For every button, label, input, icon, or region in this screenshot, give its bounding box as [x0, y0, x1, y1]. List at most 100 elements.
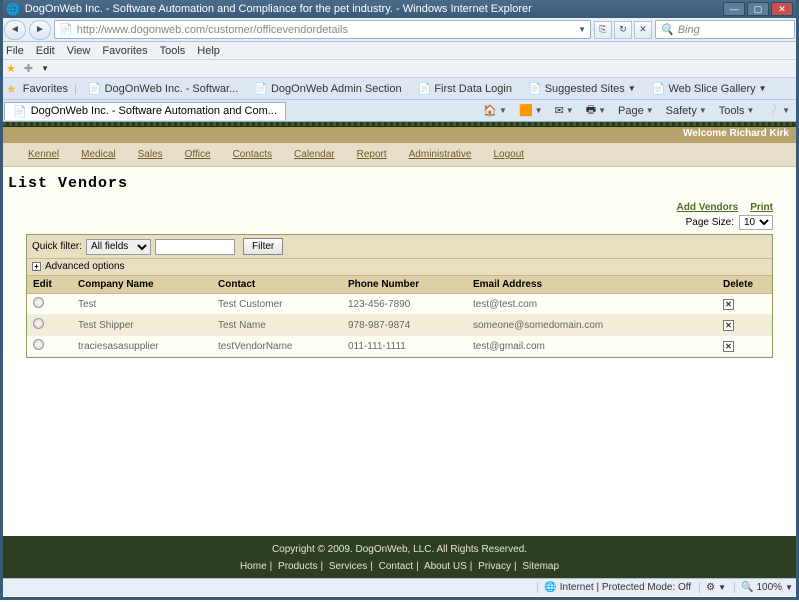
favlink-0[interactable]: 📄DogOnWeb Inc. - Softwar... — [83, 80, 243, 97]
delete-icon[interactable]: ✕ — [723, 299, 734, 310]
edit-icon[interactable] — [33, 339, 44, 350]
menu-favorites[interactable]: Favorites — [102, 45, 147, 57]
zoom-icon[interactable]: 🔍 — [741, 582, 753, 593]
maximize-button[interactable]: ▢ — [747, 2, 769, 16]
star-icon[interactable]: ★ — [6, 62, 16, 75]
cell-phone: 978-987-9874 — [342, 315, 467, 336]
safety-menu[interactable]: Safety▼ — [661, 103, 712, 119]
col-edit[interactable]: Edit — [27, 276, 72, 294]
close-button[interactable]: ✕ — [771, 2, 793, 16]
menu-file[interactable]: File — [6, 45, 24, 57]
minimize-button[interactable]: — — [723, 2, 745, 16]
table-row: Test Test Customer 123-456-7890 test@tes… — [27, 294, 772, 315]
menu-view[interactable]: View — [67, 45, 91, 57]
add-vendors-link[interactable]: Add Vendors — [677, 202, 739, 213]
globe-icon: 🌐 — [544, 582, 556, 593]
copyright: Copyright © 2009. DogOnWeb, LLC. All Rig… — [0, 544, 799, 555]
menu-tools[interactable]: Tools — [160, 45, 186, 57]
print-link[interactable]: Print — [750, 202, 773, 213]
home-button[interactable]: 🏠▼ — [478, 102, 512, 119]
nav-report[interactable]: Report — [357, 149, 387, 160]
refresh-button[interactable]: ↻ — [614, 21, 632, 39]
footer-link-contact[interactable]: Contact — [379, 561, 413, 572]
nav-sales[interactable]: Sales — [138, 149, 163, 160]
col-delete[interactable]: Delete — [717, 276, 772, 294]
search-placeholder: Bing — [678, 24, 700, 36]
menu-bar: File Edit View Favorites Tools Help — [0, 42, 799, 60]
add-fav-icon[interactable]: ✚ — [24, 62, 33, 75]
quickfilter-label: Quick filter: — [32, 241, 82, 252]
page-icon: 📄 — [59, 23, 73, 36]
filter-button[interactable]: Filter — [243, 238, 283, 255]
cell-company: Test Shipper — [72, 315, 212, 336]
col-company[interactable]: Company Name — [72, 276, 212, 294]
feeds-button[interactable]: 🟧▼ — [514, 102, 548, 119]
zone-text: Internet | Protected Mode: Off — [560, 582, 691, 593]
menu-help[interactable]: Help — [197, 45, 220, 57]
delete-icon[interactable]: ✕ — [723, 341, 734, 352]
favlink-2[interactable]: 📄First Data Login — [413, 80, 517, 97]
cell-phone: 123-456-7890 — [342, 294, 467, 315]
favlink-3[interactable]: 📄Suggested Sites▼ — [523, 80, 641, 97]
col-contact[interactable]: Contact — [212, 276, 342, 294]
favlink-4[interactable]: 📄Web Slice Gallery▼ — [647, 80, 772, 97]
footer-link-privacy[interactable]: Privacy — [478, 561, 511, 572]
search-box[interactable]: 🔍 Bing — [655, 20, 795, 39]
edit-icon[interactable] — [33, 297, 44, 308]
nav-kennel[interactable]: Kennel — [28, 149, 59, 160]
favorites-label: Favorites — [23, 83, 68, 95]
filter-field-select[interactable]: All fields — [86, 239, 151, 255]
main-nav: Kennel Medical Sales Office Contacts Cal… — [0, 143, 799, 166]
footer-link-home[interactable]: Home — [240, 561, 267, 572]
nav-medical[interactable]: Medical — [81, 149, 115, 160]
page-menu[interactable]: Page▼ — [613, 103, 659, 119]
search-icon: 🔍 — [660, 23, 674, 36]
browser-tab[interactable]: 📄 DogOnWeb Inc. - Software Automation an… — [4, 102, 286, 120]
vendors-grid: Edit Company Name Contact Phone Number E… — [27, 276, 772, 357]
fav-icon-row: ★ ✚ ▼ — [0, 60, 799, 78]
favorites-star-icon: ★ — [6, 82, 17, 96]
dropdown-icon[interactable]: ▼ — [578, 25, 586, 34]
compat-button[interactable]: ⎘ — [594, 21, 612, 39]
footer-link-products[interactable]: Products — [278, 561, 317, 572]
cell-email: test@test.com — [467, 294, 717, 315]
status-bar: 🌐Internet | Protected Mode: Off ⚙▼ 🔍100%… — [0, 578, 799, 596]
favlink-1[interactable]: 📄DogOnWeb Admin Section — [249, 80, 406, 97]
filter-value-input[interactable] — [155, 239, 235, 255]
pagesize-select[interactable]: 10 — [739, 215, 773, 230]
chevron-down-icon[interactable]: ▼ — [41, 64, 49, 73]
footer-link-services[interactable]: Services — [329, 561, 367, 572]
tab-icon: 📄 — [13, 105, 27, 118]
nav-contacts[interactable]: Contacts — [233, 149, 272, 160]
table-row: Test Shipper Test Name 978-987-9874 some… — [27, 315, 772, 336]
page-footer: Copyright © 2009. DogOnWeb, LLC. All Rig… — [0, 536, 799, 580]
stop-button[interactable]: ✕ — [634, 21, 652, 39]
nav-admin[interactable]: Administrative — [409, 149, 472, 160]
zoom-text: 100% — [757, 582, 783, 593]
cell-email: test@gmail.com — [467, 336, 717, 357]
url-input[interactable] — [77, 24, 574, 36]
window-title: DogOnWeb Inc. - Software Automation and … — [25, 3, 532, 15]
advanced-options-link[interactable]: Advanced options — [45, 261, 125, 272]
edit-icon[interactable] — [33, 318, 44, 329]
advanced-toggle-icon[interactable]: + — [32, 262, 41, 271]
footer-link-about[interactable]: About US — [424, 561, 467, 572]
footer-link-sitemap[interactable]: Sitemap — [522, 561, 559, 572]
mail-button[interactable]: ✉▼ — [550, 102, 579, 119]
menu-edit[interactable]: Edit — [36, 45, 55, 57]
address-bar[interactable]: 📄 ▼ — [54, 20, 591, 39]
protected-icon[interactable]: ⚙ — [706, 582, 715, 593]
print-button[interactable]: 🖶▼ — [581, 99, 611, 122]
nav-logout[interactable]: Logout — [493, 149, 524, 160]
cell-contact: Test Customer — [212, 294, 342, 315]
forward-button[interactable]: ► — [29, 20, 51, 40]
delete-icon[interactable]: ✕ — [723, 320, 734, 331]
help-button[interactable]: ❔▼ — [761, 102, 795, 119]
nav-office[interactable]: Office — [185, 149, 211, 160]
tools-menu[interactable]: Tools▼ — [714, 103, 760, 119]
col-phone[interactable]: Phone Number — [342, 276, 467, 294]
back-button[interactable]: ◄ — [4, 20, 26, 40]
col-email[interactable]: Email Address — [467, 276, 717, 294]
table-row: traciesasasupplier testVendorName 011-11… — [27, 336, 772, 357]
nav-calendar[interactable]: Calendar — [294, 149, 335, 160]
